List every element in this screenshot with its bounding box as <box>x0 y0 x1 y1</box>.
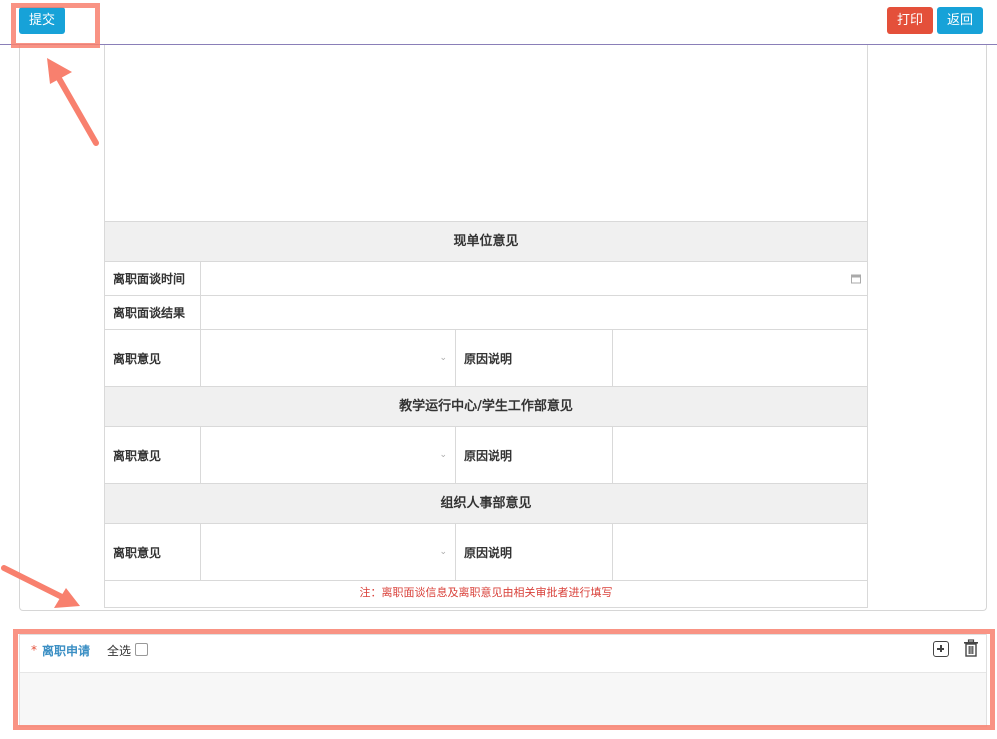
hr-opinion-row: 离职意见 ⌄ 原因说明 <box>105 524 867 581</box>
application-title: 离职申请 <box>42 644 91 658</box>
interview-result-input[interactable] <box>201 296 867 329</box>
trash-icon[interactable] <box>963 639 979 657</box>
submit-button[interactable]: 提交 <box>19 7 65 34</box>
add-square-icon[interactable] <box>933 641 949 657</box>
calendar-icon[interactable] <box>851 274 861 283</box>
teaching-center-reason-input[interactable] <box>613 427 867 483</box>
resignation-application-panel: * 离职申请 全选 <box>19 634 987 727</box>
section-teaching-center-title: 教学运行中心/学生工作部意见 <box>105 387 867 427</box>
reason-label: 原因说明 <box>464 545 513 560</box>
print-button[interactable]: 打印 <box>887 7 933 34</box>
interview-result-row: 离职面谈结果 <box>105 296 867 330</box>
resignation-form: 现单位意见 离职面谈时间 离职面谈结果 离职意见 ⌄ 原因说明 教学运行中心/学… <box>104 45 868 608</box>
current-unit-reason-input[interactable] <box>613 330 867 386</box>
required-mark: * <box>31 643 37 657</box>
reason-label: 原因说明 <box>464 448 513 463</box>
application-header: * 离职申请 全选 <box>20 635 986 673</box>
chevron-down-icon: ⌄ <box>439 450 447 460</box>
return-button[interactable]: 返回 <box>937 7 983 34</box>
select-all-checkbox[interactable] <box>135 643 148 656</box>
opinion-label: 离职意见 <box>113 545 162 560</box>
interview-time-label: 离职面谈时间 <box>113 272 186 286</box>
opinion-label: 离职意见 <box>113 448 162 463</box>
application-list-area <box>20 673 986 726</box>
reason-label: 原因说明 <box>464 351 513 366</box>
current-unit-opinion-row: 离职意见 ⌄ 原因说明 <box>105 330 867 387</box>
chevron-down-icon: ⌄ <box>439 353 447 363</box>
interview-time-input[interactable] <box>201 262 867 295</box>
select-all-label: 全选 <box>107 644 132 658</box>
interview-time-row: 离职面谈时间 <box>105 262 867 296</box>
section-hr-department-title: 组织人事部意见 <box>105 484 867 524</box>
form-upper-blank-area <box>105 45 867 222</box>
opinion-label: 离职意见 <box>113 351 162 366</box>
form-note: 注：离职面谈信息及离职意见由相关审批者进行填写 <box>105 581 867 608</box>
current-unit-opinion-select[interactable]: ⌄ <box>201 330 456 386</box>
teaching-center-opinion-select[interactable]: ⌄ <box>201 427 456 483</box>
teaching-center-opinion-row: 离职意见 ⌄ 原因说明 <box>105 427 867 484</box>
interview-result-label: 离职面谈结果 <box>113 306 186 320</box>
hr-opinion-select[interactable]: ⌄ <box>201 524 456 580</box>
hr-reason-input[interactable] <box>613 524 867 580</box>
chevron-down-icon: ⌄ <box>439 547 447 557</box>
section-current-unit-title: 现单位意见 <box>105 222 867 262</box>
